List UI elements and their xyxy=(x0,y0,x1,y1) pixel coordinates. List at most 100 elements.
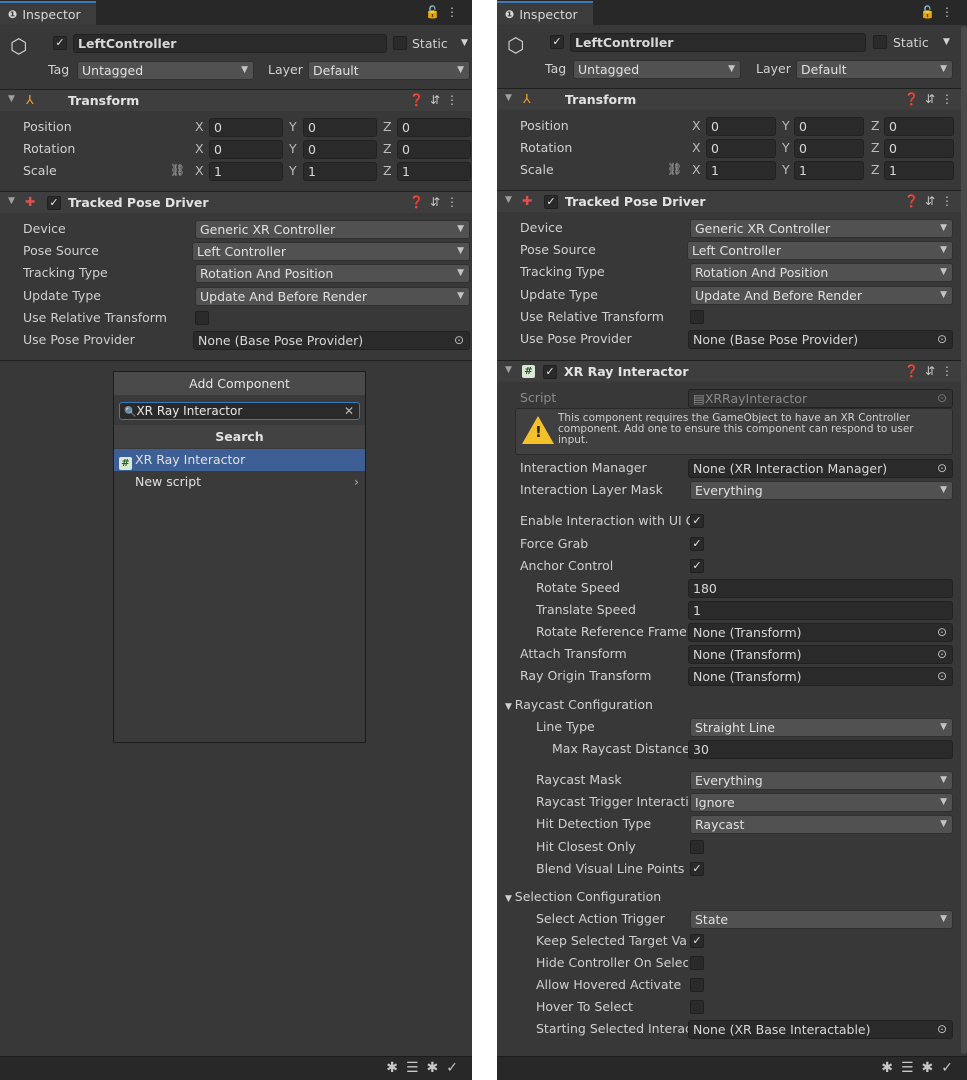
component-controls-icon[interactable]: ❓⇵⋮ xyxy=(904,364,959,378)
pose-source-dropdown[interactable]: Left Controller ▼ xyxy=(687,241,953,260)
object-picker-icon[interactable]: ⊙ xyxy=(454,332,464,349)
rotate-ref-field[interactable]: None (Transform) ⊙ xyxy=(688,623,953,642)
tab-menu-icon[interactable]: 🔓⋮ xyxy=(920,5,959,19)
tab-inspector[interactable]: ❶ Inspector xyxy=(0,1,96,25)
static-dropdown-icon[interactable]: ▼ xyxy=(943,37,950,47)
position-y-field[interactable]: 0 xyxy=(303,118,377,137)
object-picker-icon[interactable]: ⊙ xyxy=(937,668,947,685)
rotation-x-field[interactable]: 0 xyxy=(706,139,776,158)
position-y-field[interactable]: 0 xyxy=(794,117,864,136)
static-checkbox[interactable] xyxy=(873,35,887,49)
hit-closest-checkbox[interactable] xyxy=(690,840,704,854)
enable-ui-checkbox[interactable]: ✓ xyxy=(690,514,704,528)
fold-arrow-icon[interactable]: ▼ xyxy=(505,93,512,103)
component-controls-icon[interactable]: ❓⇵⋮ xyxy=(904,92,959,106)
use-relative-checkbox[interactable] xyxy=(195,311,209,325)
component-controls-icon[interactable]: ❓⇵⋮ xyxy=(409,93,464,107)
anchor-control-checkbox[interactable]: ✓ xyxy=(690,559,704,573)
rotate-speed-field[interactable]: 180 xyxy=(688,579,953,598)
raycast-mask-dropdown[interactable]: Everything ▼ xyxy=(690,771,953,790)
pose-driver-header[interactable]: ▼ ✚ ✓ Tracked Pose Driver ❓⇵⋮ xyxy=(497,190,967,212)
static-label[interactable]: Static xyxy=(412,36,448,51)
scale-z-field[interactable]: 1 xyxy=(884,161,954,180)
layer-dropdown[interactable]: Default ▼ xyxy=(796,60,953,79)
hover-to-select-checkbox[interactable] xyxy=(690,1000,704,1014)
device-dropdown[interactable]: Generic XR Controller ▼ xyxy=(690,219,953,238)
pose-driver-enabled-checkbox[interactable]: ✓ xyxy=(47,196,61,210)
add-component-button[interactable]: Add Component xyxy=(114,372,365,395)
pose-driver-header[interactable]: ▼ ✚ ✓ Tracked Pose Driver ❓⇵⋮ xyxy=(0,191,472,213)
object-name-field[interactable]: LeftController xyxy=(73,34,387,53)
scale-z-field[interactable]: 1 xyxy=(397,162,471,181)
starting-selected-field[interactable]: None (XR Base Interactable) ⊙ xyxy=(688,1020,953,1039)
tracking-type-dropdown[interactable]: Rotation And Position ▼ xyxy=(195,264,470,283)
object-name-field[interactable]: LeftController xyxy=(570,33,866,52)
scrollbar[interactable] xyxy=(961,26,967,1054)
max-distance-field[interactable]: 30 xyxy=(688,740,953,759)
status-icons[interactable]: ✱☰✱✓ xyxy=(386,1060,466,1076)
rotation-z-field[interactable]: 0 xyxy=(884,139,954,158)
scale-x-field[interactable]: 1 xyxy=(706,161,776,180)
fold-arrow-icon[interactable]: ▼ xyxy=(505,195,512,205)
blend-points-checkbox[interactable]: ✓ xyxy=(690,862,704,876)
interaction-layer-dropdown[interactable]: Everything ▼ xyxy=(690,481,953,500)
hit-detection-dropdown[interactable]: Raycast ▼ xyxy=(690,815,953,834)
scale-y-field[interactable]: 1 xyxy=(303,162,377,181)
tag-dropdown[interactable]: Untagged ▼ xyxy=(573,60,741,79)
scale-y-field[interactable]: 1 xyxy=(794,161,864,180)
object-picker-icon[interactable]: ⊙ xyxy=(937,646,947,663)
component-controls-icon[interactable]: ❓⇵⋮ xyxy=(409,195,464,209)
rotation-y-field[interactable]: 0 xyxy=(794,139,864,158)
position-z-field[interactable]: 0 xyxy=(397,118,471,137)
use-relative-checkbox[interactable] xyxy=(690,310,704,324)
scale-x-field[interactable]: 1 xyxy=(209,162,283,181)
raycast-config-foldout[interactable]: ▼ Raycast Configuration xyxy=(505,694,653,716)
rotation-y-field[interactable]: 0 xyxy=(303,140,377,159)
position-x-field[interactable]: 0 xyxy=(706,117,776,136)
status-icons[interactable]: ✱☰✱✓ xyxy=(881,1060,961,1076)
fold-arrow-icon[interactable]: ▼ xyxy=(505,365,512,375)
static-label[interactable]: Static xyxy=(893,35,929,50)
static-checkbox[interactable] xyxy=(393,36,407,50)
rotation-z-field[interactable]: 0 xyxy=(397,140,471,159)
ray-interactor-header[interactable]: ▼ # ✓ XR Ray Interactor ❓⇵⋮ xyxy=(497,360,967,382)
fold-arrow-icon[interactable]: ▼ xyxy=(8,196,15,206)
clear-search-icon[interactable]: ✕ xyxy=(344,403,354,419)
link-icon[interactable]: ⛓ xyxy=(667,162,682,176)
object-picker-icon[interactable]: ⊙ xyxy=(937,1021,947,1038)
new-script-item[interactable]: New script › xyxy=(114,471,365,493)
line-type-dropdown[interactable]: Straight Line ▼ xyxy=(690,718,953,737)
transform-header[interactable]: ▼ ⅄ Transform ❓⇵⋮ xyxy=(497,88,967,110)
active-checkbox[interactable]: ✓ xyxy=(53,36,67,50)
update-type-dropdown[interactable]: Update And Before Render ▼ xyxy=(195,287,470,306)
tracking-type-dropdown[interactable]: Rotation And Position ▼ xyxy=(690,263,953,282)
component-result-item[interactable]: # XR Ray Interactor xyxy=(114,449,365,471)
static-dropdown-icon[interactable]: ▼ xyxy=(461,38,468,48)
position-x-field[interactable]: 0 xyxy=(209,118,283,137)
interaction-manager-field[interactable]: None (XR Interaction Manager) ⊙ xyxy=(688,459,953,478)
use-pose-provider-field[interactable]: None (Base Pose Provider) ⊙ xyxy=(688,330,953,349)
object-picker-icon[interactable]: ⊙ xyxy=(937,624,947,641)
attach-transform-field[interactable]: None (Transform) ⊙ xyxy=(688,645,953,664)
rotation-x-field[interactable]: 0 xyxy=(209,140,283,159)
object-picker-icon[interactable]: ⊙ xyxy=(937,331,947,348)
transform-header[interactable]: ▼ ⅄ Transform ❓⇵⋮ xyxy=(0,89,472,111)
fold-arrow-icon[interactable]: ▼ xyxy=(8,94,15,104)
layer-dropdown[interactable]: Default ▼ xyxy=(308,61,470,80)
pose-driver-enabled-checkbox[interactable]: ✓ xyxy=(544,195,558,209)
update-type-dropdown[interactable]: Update And Before Render ▼ xyxy=(690,286,953,305)
trigger-interaction-dropdown[interactable]: Ignore ▼ xyxy=(690,793,953,812)
object-picker-icon[interactable]: ⊙ xyxy=(937,460,947,477)
pose-source-dropdown[interactable]: Left Controller ▼ xyxy=(192,242,470,261)
active-checkbox[interactable]: ✓ xyxy=(550,35,564,49)
selection-config-foldout[interactable]: ▼ Selection Configuration xyxy=(505,886,661,908)
ray-interactor-enabled-checkbox[interactable]: ✓ xyxy=(543,365,557,379)
translate-speed-field[interactable]: 1 xyxy=(688,601,953,620)
device-dropdown[interactable]: Generic XR Controller ▼ xyxy=(195,220,470,239)
ray-origin-field[interactable]: None (Transform) ⊙ xyxy=(688,667,953,686)
tab-inspector[interactable]: ❶ Inspector xyxy=(497,1,593,25)
select-trigger-dropdown[interactable]: State ▼ xyxy=(690,910,953,929)
keep-selected-checkbox[interactable]: ✓ xyxy=(690,934,704,948)
allow-hovered-checkbox[interactable] xyxy=(690,978,704,992)
force-grab-checkbox[interactable]: ✓ xyxy=(690,537,704,551)
